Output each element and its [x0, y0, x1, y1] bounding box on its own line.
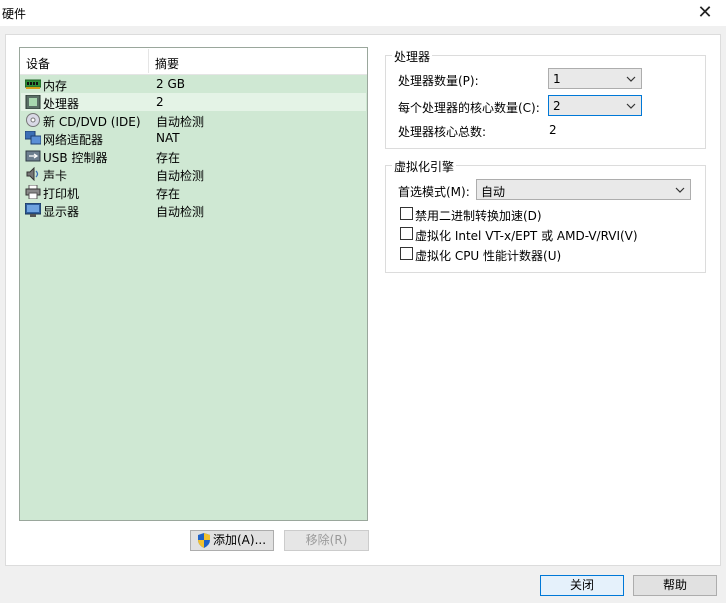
device-summary: 2 GB: [156, 77, 185, 91]
device-name: 内存: [43, 79, 68, 93]
device-name: 打印机: [43, 187, 80, 201]
sound-card-icon: [26, 167, 39, 181]
help-button-label: 帮助: [662, 578, 687, 592]
title-bar: 硬件 ✕: [0, 0, 726, 26]
preferred-mode-label: 首选模式(M):: [398, 185, 470, 199]
cores-per-processor-label: 每个处理器的核心数量(C):: [398, 101, 540, 115]
checkbox-label[interactable]: 虚拟化 Intel VT-x/EPT 或 AMD-V/RVI(V): [415, 227, 638, 244]
processor-count-select[interactable]: 1: [548, 68, 642, 89]
display-icon: [25, 203, 41, 217]
checkbox-box[interactable]: [400, 247, 413, 260]
cores-per-processor-value: 2: [553, 99, 561, 113]
usb-icon: [25, 150, 41, 162]
close-button[interactable]: 关闭: [540, 575, 624, 596]
remove-button[interactable]: 移除(R): [284, 530, 369, 551]
checkbox-label[interactable]: 禁用二进制转换加速(D): [415, 207, 542, 224]
device-list[interactable]: 设备 摘要 内存 2 GB 处理器 2 新 CD/DVD (IDE) 自动检测: [19, 47, 368, 521]
add-button-label: 添加(A)...: [213, 533, 267, 547]
column-divider[interactable]: [148, 49, 149, 73]
close-icon[interactable]: ✕: [690, 0, 720, 26]
device-row-printer[interactable]: 打印机 存在: [21, 183, 366, 201]
total-cores-label: 处理器核心总数:: [398, 125, 487, 139]
device-row-display[interactable]: 显示器 自动检测: [21, 201, 366, 219]
processor-count-label: 处理器数量(P):: [398, 74, 479, 88]
preferred-mode-select[interactable]: 自动: [476, 179, 691, 200]
device-row-network-adapter[interactable]: 网络适配器 NAT: [21, 129, 366, 147]
close-button-label: 关闭: [569, 578, 594, 592]
device-summary: NAT: [156, 131, 180, 145]
chevron-down-icon: [626, 76, 636, 82]
device-name: 网络适配器: [43, 133, 104, 147]
device-row-memory[interactable]: 内存 2 GB: [21, 75, 366, 93]
device-summary: 存在: [156, 187, 181, 201]
device-summary: 2: [156, 95, 164, 109]
device-row-processor[interactable]: 处理器 2: [21, 93, 366, 111]
cores-per-processor-select[interactable]: 2: [548, 95, 642, 116]
network-adapter-icon: [25, 131, 41, 145]
device-name: 处理器: [43, 97, 80, 111]
device-row-usb[interactable]: USB 控制器 存在: [21, 147, 366, 165]
column-header-device[interactable]: 设备: [26, 55, 50, 72]
total-cores-value: 2: [549, 123, 557, 137]
chevron-down-icon: [626, 103, 636, 109]
device-row-sound-card[interactable]: 声卡 自动检测: [21, 165, 366, 183]
checkbox-box[interactable]: [400, 207, 413, 220]
device-name: 声卡: [43, 169, 68, 183]
processor-count-value: 1: [553, 72, 561, 86]
device-summary: 存在: [156, 151, 181, 165]
checkbox-label[interactable]: 虚拟化 CPU 性能计数器(U): [415, 247, 561, 264]
processor-icon: [25, 95, 41, 109]
virtualization-group-title: 虚拟化引擎: [392, 158, 457, 175]
device-name: USB 控制器: [43, 151, 108, 165]
device-name: 显示器: [43, 205, 80, 219]
add-button[interactable]: 添加(A)...: [190, 530, 274, 551]
checkbox-box[interactable]: [400, 227, 413, 240]
device-summary: 自动检测: [156, 115, 205, 129]
column-header-summary[interactable]: 摘要: [155, 55, 179, 72]
printer-icon: [25, 185, 41, 199]
help-button[interactable]: 帮助: [633, 575, 717, 596]
device-summary: 自动检测: [156, 205, 205, 219]
device-row-cd-dvd[interactable]: 新 CD/DVD (IDE) 自动检测: [21, 111, 366, 129]
preferred-mode-value: 自动: [481, 185, 506, 199]
window-title: 硬件: [2, 7, 27, 21]
cd-dvd-icon: [26, 113, 40, 127]
device-summary: 自动检测: [156, 169, 205, 183]
list-header: 设备 摘要: [20, 48, 367, 75]
remove-button-label: 移除(R): [305, 533, 348, 547]
memory-icon: [25, 79, 41, 89]
device-name: 新 CD/DVD (IDE): [43, 115, 141, 129]
processor-group-title: 处理器: [392, 48, 433, 65]
chevron-down-icon: [675, 187, 685, 193]
shield-icon: [198, 533, 210, 548]
